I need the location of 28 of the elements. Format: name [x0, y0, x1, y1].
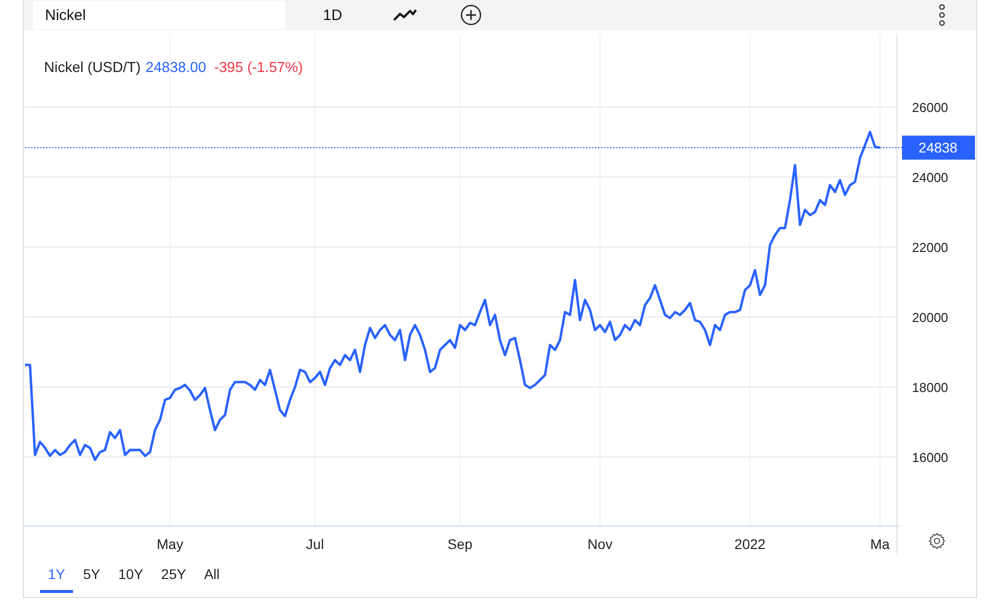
y-axis-label: 26000	[912, 100, 948, 115]
more-icon[interactable]	[938, 4, 946, 26]
ref-line-label: 24838	[918, 140, 958, 156]
range-tab[interactable]: All	[196, 560, 228, 593]
y-axis-label: 24000	[912, 170, 948, 185]
legend-name: Nickel (USD/T)	[44, 60, 141, 76]
search-field[interactable]: Nickel	[33, 1, 285, 29]
y-axis-label: 18000	[912, 380, 948, 395]
settings-icon[interactable]	[928, 532, 946, 550]
x-axis-label: May	[156, 536, 184, 552]
range-tab[interactable]: 5Y	[75, 560, 108, 593]
interval-button[interactable]: 1D	[317, 2, 348, 28]
legend-change: -395 (-1.57%)	[214, 60, 303, 76]
range-tab[interactable]: 1Y	[40, 560, 74, 593]
range-tab[interactable]: 10Y	[110, 560, 152, 593]
x-axis-label: Nov	[588, 536, 612, 552]
x-axis-label: 2022	[734, 536, 766, 552]
range-tab[interactable]: 25Y	[153, 560, 194, 593]
x-axis-label: Ma	[870, 536, 890, 552]
y-axis-label: 20000	[912, 310, 948, 325]
price-tag: 24838	[902, 136, 975, 160]
y-axis-label: 16000	[912, 450, 948, 465]
legend-price: 24838.00	[146, 60, 206, 76]
x-axis-label: Jul	[306, 536, 324, 552]
line-chart-icon[interactable]	[392, 8, 418, 22]
x-axis-label: Sep	[448, 536, 472, 552]
y-axis-label: 22000	[912, 240, 948, 255]
plus-circle-icon[interactable]	[460, 4, 482, 26]
